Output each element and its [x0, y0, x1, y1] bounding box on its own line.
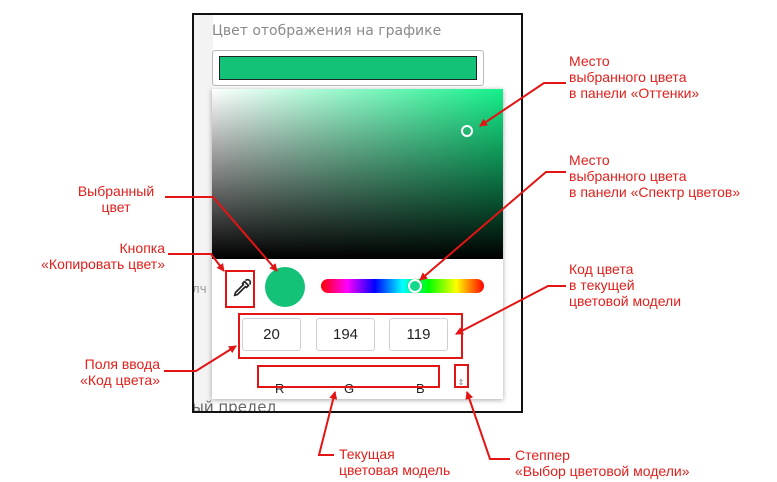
background-strip — [194, 15, 213, 411]
color-swatch-bar — [219, 56, 477, 80]
note-shades-place: Место выбранного цвета в панели «Оттенки… — [569, 53, 700, 101]
note-input-fields: Поля ввода «Код цвета» — [80, 356, 160, 388]
spectrum-thumb[interactable] — [408, 279, 422, 293]
note-current-model: Текущая цветовая модель — [339, 446, 451, 478]
code-inputs-highlight — [238, 313, 463, 359]
background-bottom-text: ый предел — [192, 398, 277, 413]
shade-cursor[interactable] — [461, 125, 473, 137]
note-copy-button: Кнопка «Копировать цвет» — [41, 240, 165, 272]
stepper-highlight — [454, 364, 469, 388]
note-selected-color: Выбранный цвет — [77, 183, 155, 215]
graph-color-label: Цвет отображения на графике — [212, 23, 442, 39]
note-spectrum-place: Место выбранного цвета в панели «Спектр … — [569, 152, 741, 200]
note-color-code: Код цвета в текущей цветовой модели — [569, 261, 682, 309]
spectrum-slider[interactable] — [321, 279, 484, 293]
selected-color-preview — [265, 267, 305, 307]
color-swatch-field[interactable] — [212, 50, 484, 86]
model-labels-highlight — [257, 365, 440, 388]
copy-button-highlight — [225, 270, 255, 308]
shades-panel[interactable] — [212, 89, 503, 259]
note-model-stepper: Степпер «Выбор цветовой модели» — [515, 447, 690, 479]
background-text-fragment: лч — [192, 282, 207, 296]
